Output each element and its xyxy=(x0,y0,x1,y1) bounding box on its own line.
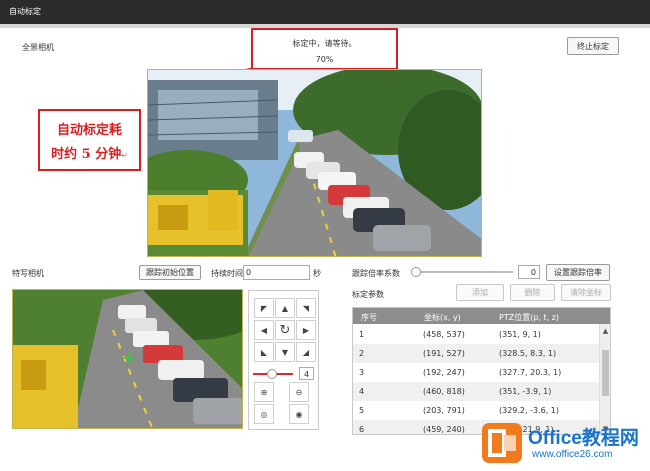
left-arrow-button[interactable]: ◀ xyxy=(254,320,274,340)
up-left-arrow-button[interactable]: ◤ xyxy=(254,298,274,318)
down-arrow-icon: ▼ xyxy=(281,347,289,357)
table-row[interactable]: 3 (192, 247) (327.7, 20.3, 1) xyxy=(353,363,600,382)
zoom-out-icon: ⊖ xyxy=(295,387,303,397)
cell-coordinate: (460, 818) xyxy=(423,387,465,396)
zoom-out-button[interactable]: ⊖ xyxy=(289,382,309,402)
focus-near-icon: ◎ xyxy=(260,409,268,419)
delete-button[interactable]: 删除 xyxy=(510,284,555,301)
header-index: 序号 xyxy=(361,313,377,322)
up-right-arrow-button[interactable]: ◥ xyxy=(296,298,316,318)
right-arrow-icon: ▶ xyxy=(302,325,310,335)
speed-dome-camera-label: 特写相机 xyxy=(12,269,44,278)
cell-index: 1 xyxy=(359,330,365,339)
right-arrow-button[interactable]: ▶ xyxy=(296,320,316,340)
cell-index: 3 xyxy=(359,368,365,377)
up-arrow-icon: ▲ xyxy=(281,303,289,313)
cell-ptz: (351, -3.9, 1) xyxy=(499,387,552,396)
up-left-arrow-icon: ◤ xyxy=(260,303,268,313)
office-logo-icon xyxy=(482,423,522,463)
cell-ptz: (328.5, 8.3, 1) xyxy=(499,349,557,358)
duration-annotation: 自动标定耗 时约 5 分钟↵ xyxy=(38,109,141,171)
cell-ptz: (327.7, 20.3, 1) xyxy=(499,368,562,377)
speed-dome-camera-view[interactable] xyxy=(12,289,243,429)
cell-index: 2 xyxy=(359,349,365,358)
cell-index: 6 xyxy=(359,425,365,434)
add-button[interactable]: 添加 xyxy=(456,284,504,301)
stop-calibration-button[interactable]: 终止标定 xyxy=(567,37,619,55)
up-arrow-button[interactable]: ▲ xyxy=(275,298,295,318)
cell-ptz: (329.2, -3.6, 1) xyxy=(499,406,560,415)
down-left-arrow-icon: ◣ xyxy=(260,347,268,357)
tracking-ratio-slider-knob[interactable] xyxy=(411,267,421,277)
table-row[interactable]: 2 (191, 527) (328.5, 8.3, 1) xyxy=(353,344,600,363)
up-right-arrow-icon: ◥ xyxy=(302,303,310,313)
watermark-brand: Office教程网 xyxy=(528,428,639,449)
return-mark: ↵ xyxy=(121,151,128,160)
tracking-ratio-label: 跟踪倍率系数 xyxy=(352,269,400,278)
calibration-status-text: 标定中，请等待。 xyxy=(292,39,357,48)
table-row[interactable]: 5 (203, 791) (329.2, -3.6, 1) xyxy=(353,401,600,420)
down-arrow-button[interactable]: ▼ xyxy=(275,342,295,362)
table-row[interactable]: 4 (460, 818) (351, -3.9, 1) xyxy=(353,382,600,401)
zoom-in-icon: ⊕ xyxy=(260,387,268,397)
panorama-camera-label: 全景相机 xyxy=(22,43,54,52)
zoom-in-button[interactable]: ⊕ xyxy=(254,382,274,402)
focus-near-button[interactable]: ◎ xyxy=(254,404,274,424)
annotation-line-1: 自动标定耗 xyxy=(56,123,122,138)
calibration-progress-callout: 标定中，请等待。 70% xyxy=(251,28,398,70)
speed-dome-video-frame xyxy=(13,290,242,428)
window-title: 自动标定 xyxy=(9,7,41,16)
panorama-camera-view[interactable] xyxy=(147,69,482,257)
table-header: 序号 坐标(x, y) PTZ位置(p, t, z) xyxy=(353,308,610,324)
clear-coordinates-button[interactable]: 清除坐标 xyxy=(561,284,611,301)
calibration-params-label: 标定参数 xyxy=(352,290,384,299)
cell-ptz: (351, 9, 1) xyxy=(499,330,541,339)
down-right-arrow-button[interactable]: ◢ xyxy=(296,342,316,362)
watermark-url: www.office26.com xyxy=(532,449,613,460)
office26-watermark: Office教程网 www.office26.com xyxy=(480,420,650,471)
table-scrollbar[interactable]: ▲ ▼ xyxy=(599,324,610,434)
cell-coordinate: (203, 791) xyxy=(423,406,465,415)
ptz-speed-slider-knob[interactable] xyxy=(267,369,277,379)
tracking-ratio-slider[interactable] xyxy=(415,271,513,273)
cell-coordinate: (458, 537) xyxy=(423,330,465,339)
down-right-arrow-icon: ◢ xyxy=(302,347,310,357)
annotation-line-2: 时约 5 分钟↵ xyxy=(51,147,128,162)
calibration-progress-percent: 70% xyxy=(315,55,334,64)
duration-unit: 秒 xyxy=(313,269,321,278)
down-left-arrow-button[interactable]: ◣ xyxy=(254,342,274,362)
ptz-control-panel: ◤ ▲ ◥ ◀ ↻ ▶ ◣ ▼ ◢ 4 ⊕ ⊖ ◎ ◉ xyxy=(248,290,319,430)
focus-far-button[interactable]: ◉ xyxy=(289,404,309,424)
left-arrow-icon: ◀ xyxy=(260,325,268,335)
table-row[interactable]: 1 (458, 537) (351, 9, 1) xyxy=(353,325,600,344)
cell-coordinate: (459, 240) xyxy=(423,425,465,434)
refresh-icon: ↻ xyxy=(279,322,291,338)
focus-far-icon: ◉ xyxy=(295,409,303,419)
cell-index: 5 xyxy=(359,406,365,415)
duration-input[interactable]: 0 xyxy=(243,265,310,280)
set-tracking-ratio-button[interactable]: 设置跟踪倍率 xyxy=(546,264,610,281)
scroll-up-icon[interactable]: ▲ xyxy=(600,327,610,335)
scrollbar-thumb[interactable] xyxy=(602,350,609,396)
cell-coordinate: (191, 527) xyxy=(423,349,465,358)
cell-index: 4 xyxy=(359,387,365,396)
tracking-ratio-input[interactable]: 0 xyxy=(518,265,540,279)
tracking-initial-position-button[interactable]: 跟踪初始位置 xyxy=(139,265,201,280)
header-ptz-position: PTZ位置(p, t, z) xyxy=(499,313,560,322)
header-coordinate: 坐标(x, y) xyxy=(424,313,461,322)
auto-scan-button[interactable]: ↻ xyxy=(275,320,295,340)
window-title-bar: 自动标定 xyxy=(0,0,650,24)
calibration-table: 序号 坐标(x, y) PTZ位置(p, t, z) 1 (458, 537) … xyxy=(352,307,611,435)
cell-coordinate: (192, 247) xyxy=(423,368,465,377)
ptz-speed-value[interactable]: 4 xyxy=(299,367,314,380)
panorama-video-frame xyxy=(148,70,481,256)
duration-label: 持续时间 xyxy=(211,269,243,278)
